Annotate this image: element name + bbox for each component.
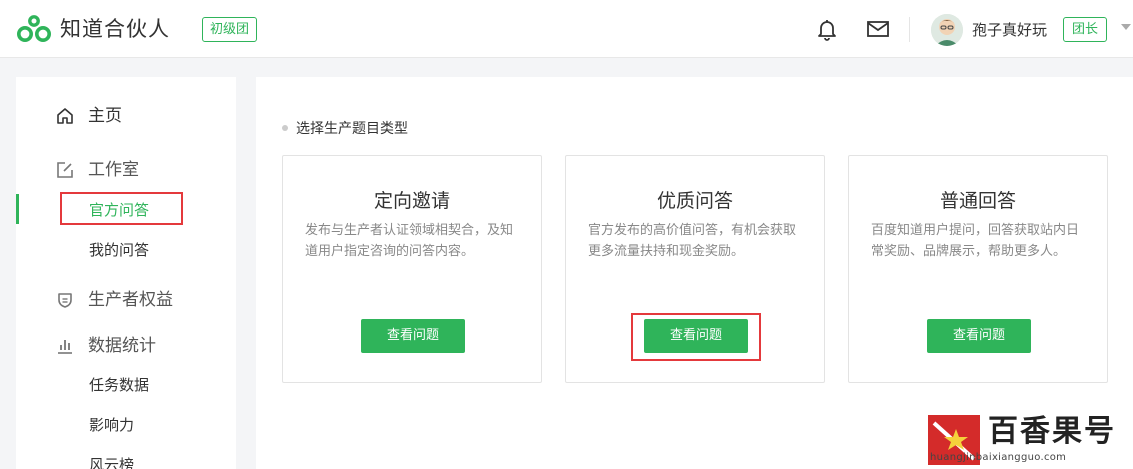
active-indicator [16, 194, 19, 224]
main-panel: 选择生产题目类型 定向邀请 发布与生产者认证领域相契合，及知道用户指定咨询的问答… [256, 77, 1133, 469]
sidebar-item-stats[interactable]: 数据统计 [16, 334, 236, 358]
card-title: 定向邀请 [373, 190, 450, 212]
home-icon [56, 107, 74, 125]
highlight-box [60, 192, 183, 225]
sidebar: 主页 工作室 官方问答 我的问答 生产者权益 数据统计 任务数据 影响力 风云榜 [16, 77, 236, 469]
sidebar-item-rights[interactable]: 生产者权益 [16, 288, 236, 312]
card-normal-answer: 普通回答 百度知道用户提问，回答获取站内日常奖励、品牌展示，帮助更多人。 查看问… [848, 155, 1108, 383]
card-title: 普通回答 [939, 190, 1016, 212]
bullet-icon [282, 125, 288, 131]
shield-icon [56, 291, 74, 309]
view-questions-button[interactable]: 查看问题 [361, 319, 465, 353]
card-quality-qa: 优质问答 官方发布的高价值问答，有机会获取更多流量扶持和现金奖励。 查看问题 [565, 155, 825, 383]
top-header: 知道合伙人 初级团 孢子真好玩 团长 [0, 0, 1133, 58]
watermark-text: 百香果号 [988, 414, 1116, 449]
sidebar-item-home[interactable]: 主页 [16, 104, 236, 128]
sidebar-item-influence[interactable]: 影响力 [89, 414, 134, 436]
card-directed-invite: 定向邀请 发布与生产者认证领域相契合，及知道用户指定咨询的问答内容。 查看问题 [282, 155, 542, 383]
section-title-text: 选择生产题目类型 [296, 121, 408, 137]
logo-text: 知道合伙人 [60, 17, 170, 41]
card-description: 官方发布的高价值问答，有机会获取更多流量扶持和现金奖励。 [588, 223, 797, 259]
zhidao-logo-icon [16, 15, 52, 43]
caret-down-icon[interactable] [1121, 24, 1131, 30]
role-badge[interactable]: 团长 [1063, 17, 1108, 42]
watermark: 百香果号 huangjinbaixiangguo.com [928, 412, 1124, 469]
header-divider [909, 17, 910, 42]
sidebar-item-my-answers[interactable]: 我的问答 [89, 239, 149, 261]
card-title: 优质问答 [656, 190, 733, 212]
section-title: 选择生产题目类型 [282, 118, 408, 138]
bar-chart-icon [56, 337, 74, 355]
watermark-url: huangjinbaixiangguo.com [930, 452, 1067, 463]
sidebar-item-studio[interactable]: 工作室 [16, 158, 236, 182]
bell-icon[interactable] [815, 17, 839, 45]
view-questions-button[interactable]: 查看问题 [927, 319, 1031, 353]
user-avatar[interactable] [931, 14, 963, 46]
sidebar-item-label: 工作室 [88, 160, 139, 180]
sidebar-item-task-data[interactable]: 任务数据 [89, 374, 149, 396]
level-badge[interactable]: 初级团 [202, 17, 258, 42]
highlight-box [631, 313, 761, 361]
sidebar-item-label: 主页 [88, 106, 122, 126]
username[interactable]: 孢子真好玩 [972, 19, 1047, 41]
mail-icon[interactable] [866, 19, 890, 43]
card-description: 发布与生产者认证领域相契合，及知道用户指定咨询的问答内容。 [305, 223, 514, 259]
card-description: 百度知道用户提问，回答获取站内日常奖励、品牌展示，帮助更多人。 [871, 223, 1080, 259]
sidebar-item-label: 生产者权益 [88, 290, 173, 310]
sidebar-item-label: 数据统计 [88, 336, 156, 356]
sidebar-item-leaderboard[interactable]: 风云榜 [89, 454, 134, 469]
edit-icon [56, 161, 74, 179]
logo[interactable]: 知道合伙人 [16, 15, 170, 43]
